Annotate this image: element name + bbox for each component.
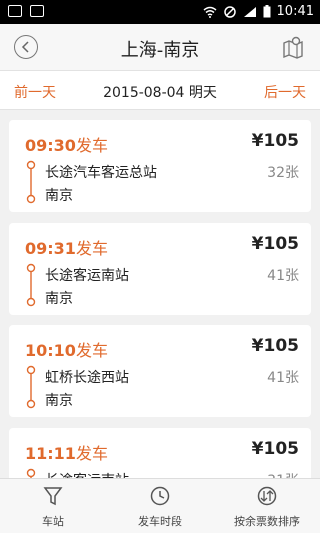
image-notification-icon [8, 5, 22, 17]
battery-icon [263, 5, 271, 18]
departure-station: 虹桥长途西站 [45, 370, 129, 386]
date-selector: 前一天 2015-08-04 明天 后一天 [0, 70, 320, 110]
seats-remaining: 31张 [267, 470, 299, 478]
mute-icon [223, 5, 236, 18]
route-line-icon [26, 468, 36, 478]
departure-time: 10:10发车 [25, 341, 108, 360]
bottom-filter-bar: 车站 发车时段 按余票数排序 [0, 478, 320, 533]
filter-icon [43, 487, 63, 506]
departure-station: 长途汽车客运总站 [45, 165, 157, 181]
ticket-card[interactable]: 10:10发车 ¥105 虹桥长途西站 南京 41张 [9, 325, 311, 417]
signal-icon [243, 6, 256, 17]
ticket-price: ¥105 [251, 439, 299, 459]
next-day-button[interactable]: 后一天 [264, 82, 306, 102]
departure-time: 09:30发车 [25, 136, 108, 155]
tab-label: 按余票数排序 [234, 515, 300, 528]
ticket-card[interactable]: 11:11发车 ¥105 长途客运南站 南京 31张 [9, 428, 311, 478]
sort-icon [257, 486, 277, 506]
ticket-card[interactable]: 09:30发车 ¥105 长途汽车客运总站 南京 32张 [9, 120, 311, 212]
arrival-station: 南京 [45, 291, 73, 307]
ticket-list[interactable]: 09:30发车 ¥105 长途汽车客运总站 南京 32张 09:31发车 ¥10… [0, 110, 320, 478]
route-line-icon [26, 160, 36, 204]
tab-sort-by-seats[interactable]: 按余票数排序 [214, 479, 320, 533]
ticket-card[interactable]: 09:31发车 ¥105 长途客运南站 南京 41张 [9, 223, 311, 315]
tab-station-filter[interactable]: 车站 [0, 479, 106, 533]
seats-remaining: 41张 [267, 370, 299, 386]
departure-station: 长途客运南站 [45, 470, 129, 478]
departure-station: 长途客运南站 [45, 268, 129, 284]
seats-remaining: 32张 [267, 165, 299, 181]
tab-label: 车站 [42, 515, 64, 528]
title-bar: 上海-南京 [0, 24, 320, 70]
status-bar: 10:41 [0, 0, 320, 24]
map-icon[interactable] [282, 35, 304, 59]
route-line-icon [26, 365, 36, 409]
ticket-price: ¥105 [251, 131, 299, 151]
tab-label: 发车时段 [138, 515, 182, 528]
departure-time: 11:11发车 [25, 444, 108, 463]
tab-departure-period[interactable]: 发车时段 [107, 479, 213, 533]
departure-time: 09:31发车 [25, 239, 108, 258]
ticket-price: ¥105 [251, 336, 299, 356]
arrival-station: 南京 [45, 393, 73, 409]
clock-icon [150, 486, 170, 506]
seats-remaining: 41张 [267, 268, 299, 284]
status-time: 10:41 [276, 4, 314, 19]
arrival-station: 南京 [45, 188, 73, 204]
app-notification-icon [30, 5, 44, 17]
wifi-icon [203, 6, 217, 18]
page-title: 上海-南京 [120, 40, 200, 61]
ticket-price: ¥105 [251, 234, 299, 254]
route-line-icon [26, 263, 36, 307]
